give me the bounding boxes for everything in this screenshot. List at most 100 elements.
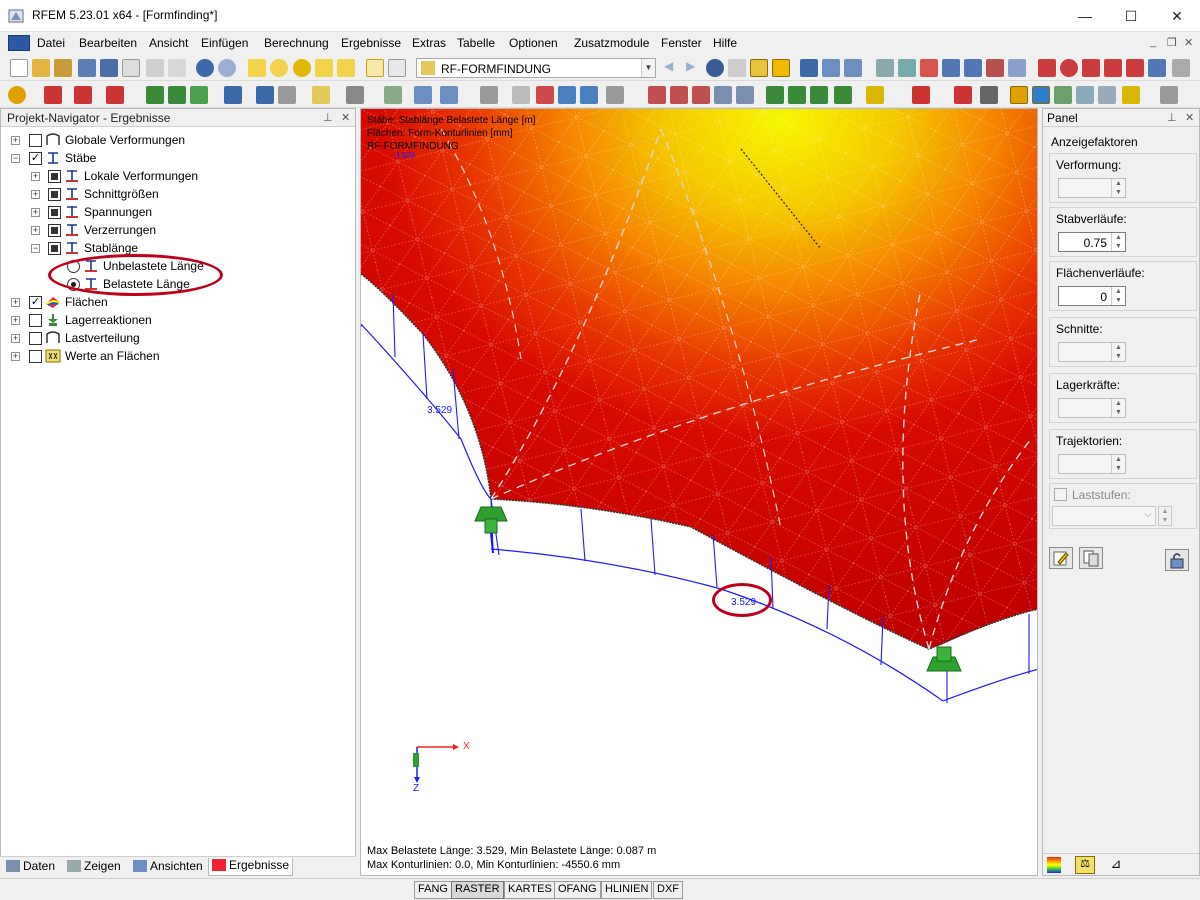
checkbox-checked[interactable]: ✓ [29, 152, 42, 165]
status-fang[interactable]: FANG [414, 881, 452, 899]
prev-arrow-icon[interactable]: ◀ [664, 59, 682, 77]
status-kartes[interactable]: KARTES [504, 881, 556, 899]
flaechenverlaeufe-input[interactable]: 0 ▲ ▼ [1058, 286, 1126, 306]
support-node-right[interactable] [926, 646, 962, 672]
menu-einfuegen[interactable]: Einfügen [201, 36, 248, 50]
support-node-left[interactable] [474, 506, 508, 554]
tab-ansichten[interactable]: Ansichten [133, 859, 203, 873]
collapse-icon[interactable]: − [11, 154, 20, 163]
axes-icon[interactable] [834, 86, 852, 104]
axis-y-icon[interactable] [788, 86, 806, 104]
status-ofang[interactable]: OFANG [554, 881, 601, 899]
checkbox[interactable] [29, 332, 42, 345]
panel-close-icon[interactable]: ✕ [341, 111, 350, 124]
maximize-button[interactable]: ☐ [1108, 0, 1154, 32]
checkbox-partial[interactable] [48, 188, 61, 201]
print-graphic-icon[interactable] [866, 86, 884, 104]
grid-table-icon[interactable] [388, 59, 406, 77]
axis-x-icon[interactable] [766, 86, 784, 104]
result-solid-icon[interactable] [714, 86, 732, 104]
more-tools-icon[interactable] [1172, 59, 1190, 77]
label-icon[interactable] [980, 86, 998, 104]
delete-icon[interactable] [1104, 59, 1122, 77]
section-icon[interactable] [278, 86, 296, 104]
mirror-icon[interactable] [964, 59, 982, 77]
tree-item-werte-an-flaechen[interactable]: + Werte an Flächen [1, 347, 351, 365]
expand-icon[interactable]: + [31, 172, 40, 181]
color-scale-icon[interactable] [1047, 857, 1061, 873]
copy-settings-button[interactable] [1079, 547, 1103, 569]
comment-icon[interactable] [512, 86, 530, 104]
expand-icon[interactable]: + [11, 136, 20, 145]
checkbox-partial[interactable] [48, 206, 61, 219]
wireframe-icon[interactable] [1076, 86, 1094, 104]
view-results-icon[interactable] [750, 59, 768, 77]
view-y-icon[interactable] [844, 59, 862, 77]
undo-icon[interactable] [196, 59, 214, 77]
checkbox-partial[interactable] [48, 224, 61, 237]
mdi-restore-icon[interactable]: ❐ [1167, 36, 1177, 49]
section-cut-icon[interactable] [912, 86, 930, 104]
menu-fenster[interactable]: Fenster [661, 36, 702, 50]
dimension-icon[interactable] [954, 86, 972, 104]
module-select[interactable]: RF-FORMFINDUNG ▼ [416, 58, 656, 78]
checkbox-checked[interactable]: ✓ [29, 296, 42, 309]
menu-ergebnisse[interactable]: Ergebnisse [341, 36, 401, 50]
tree-item-lagerreaktionen[interactable]: + Lagerreaktionen [1, 311, 351, 329]
checkbox-partial[interactable] [48, 170, 61, 183]
factors-tab-icon[interactable]: ⚖ [1075, 856, 1095, 874]
checkbox-partial[interactable] [48, 242, 61, 255]
mdi-minimize-icon[interactable]: _ [1150, 36, 1156, 48]
save-all-icon[interactable] [78, 59, 96, 77]
open-model-icon[interactable] [54, 59, 72, 77]
next-arrow-icon[interactable]: ▶ [686, 59, 704, 77]
document-menu-icon[interactable] [8, 35, 30, 51]
laststufen-checkbox[interactable] [1054, 488, 1067, 501]
show-values-icon[interactable] [706, 59, 724, 77]
print-preview-icon[interactable] [168, 59, 186, 77]
member-set-icon[interactable] [256, 86, 274, 104]
trim-icon[interactable] [1126, 59, 1144, 77]
result-member-icon[interactable] [670, 86, 688, 104]
save-icon[interactable] [100, 59, 118, 77]
status-dxf[interactable]: DXF [653, 881, 683, 899]
settings-icon[interactable] [1160, 86, 1178, 104]
menu-berechnung[interactable]: Berechnung [264, 36, 329, 50]
node-icon[interactable] [8, 86, 26, 104]
open-folder-icon[interactable] [32, 59, 50, 77]
guide-icon[interactable] [558, 86, 576, 104]
axis-z-icon[interactable] [810, 86, 828, 104]
tree-item-globale-verformungen[interactable]: + Globale Verformungen [1, 131, 351, 149]
solid-result-icon[interactable] [1054, 86, 1072, 104]
stabverlaeufe-input[interactable]: 0.75 ▲ ▼ [1058, 232, 1126, 252]
tree-item-staebe[interactable]: − ✓ Stäbe [1, 149, 351, 167]
dim-icon[interactable] [480, 86, 498, 104]
copy-icon[interactable] [1008, 59, 1026, 77]
shell-icon[interactable] [440, 86, 458, 104]
print-icon[interactable] [146, 59, 164, 77]
tab-daten[interactable]: Daten [6, 859, 55, 873]
tab-zeigen[interactable]: Zeigen [67, 859, 121, 873]
expand-icon[interactable]: + [11, 334, 20, 343]
collapse-icon[interactable]: − [31, 244, 40, 253]
menu-extras[interactable]: Extras [412, 36, 446, 50]
line-style-icon[interactable] [1098, 86, 1116, 104]
result-node-icon[interactable] [736, 86, 754, 104]
zoom-icon[interactable] [270, 59, 288, 77]
status-raster[interactable]: RASTER [451, 881, 504, 899]
checkbox[interactable] [29, 134, 42, 147]
menu-datei[interactable]: Datei [37, 36, 65, 50]
tree-item-schnittgroessen[interactable]: + Schnittgrößen [1, 185, 351, 203]
expand-icon[interactable]: + [11, 298, 20, 307]
divide-icon[interactable] [1038, 59, 1056, 77]
tree-item-lastverteilung[interactable]: + Lastverteilung [1, 329, 351, 347]
load-case-icon[interactable] [312, 86, 330, 104]
checkbox[interactable] [29, 314, 42, 327]
line-icon[interactable] [44, 86, 62, 104]
render-icon[interactable] [293, 59, 311, 77]
filter-tab-icon[interactable]: ⊿ [1107, 856, 1125, 874]
tree-item-spannungen[interactable]: + Spannungen [1, 203, 351, 221]
grid-icon[interactable] [876, 59, 894, 77]
tree-item-lokale-verformungen[interactable]: + Lokale Verformungen [1, 167, 351, 185]
graphics-viewport[interactable]: Stäbe: Stablänge Belastete Länge [m] Flä… [360, 108, 1038, 876]
